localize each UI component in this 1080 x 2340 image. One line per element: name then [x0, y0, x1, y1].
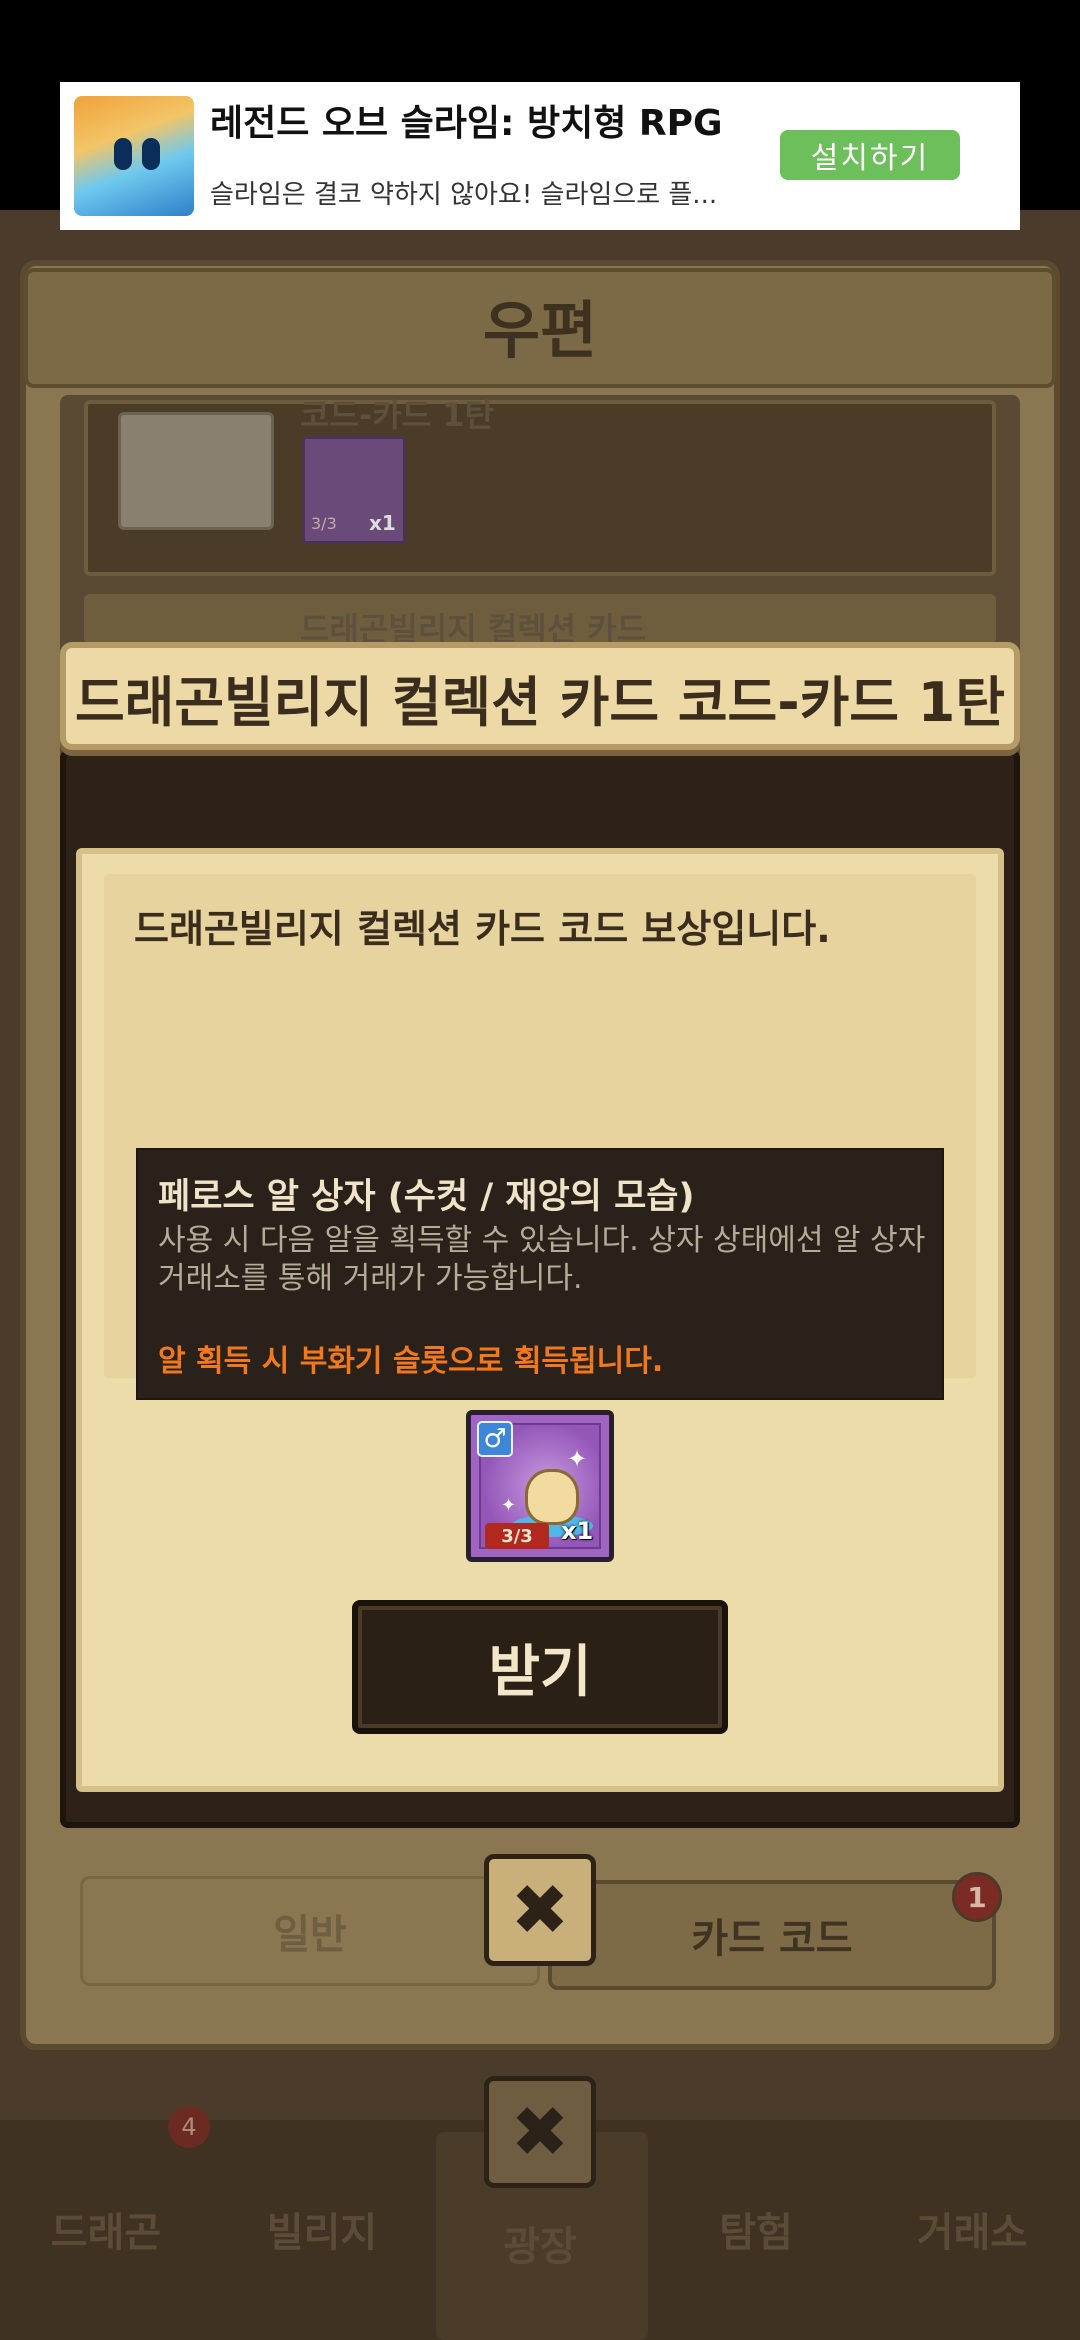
- ad-banner[interactable]: 레전드 오브 슬라임: 방치형 RPG 슬라임은 결코 약하지 않아요! 슬라임…: [60, 82, 1020, 230]
- sparkle-icon: ✦: [501, 1495, 517, 1516]
- reward-item-card[interactable]: ✦ ✦ ♂ 3/3 x1: [466, 1410, 614, 1562]
- nav-item-explore[interactable]: 탐험: [656, 2200, 856, 2258]
- slime-eye-icon: [142, 138, 160, 170]
- dialog-message: 드래곤빌리지 컬렉션 카드 코드 보상입니다.: [134, 907, 831, 951]
- ad-description: 슬라임은 결코 약하지 않아요! 슬라임으로 플...: [210, 180, 718, 210]
- nav-item-plaza[interactable]: 광장: [440, 2214, 640, 2272]
- tooltip-title: 페로스 알 상자 (수컷 / 재앙의 모습): [158, 1177, 695, 1217]
- ad-app-icon: [74, 96, 194, 216]
- receive-button-label: 받기: [488, 1639, 592, 1705]
- nav-item-village[interactable]: 빌리지: [222, 2200, 422, 2258]
- nav-item-dragon[interactable]: 드래곤: [6, 2200, 206, 2258]
- ad-install-button[interactable]: 설치하기: [780, 130, 960, 180]
- envelope-icon: [118, 412, 274, 530]
- receive-button[interactable]: 받기: [352, 1600, 728, 1734]
- male-gender-icon: ♂: [477, 1421, 513, 1457]
- close-icon: ✖: [510, 1869, 570, 1951]
- slime-eye-icon: [114, 138, 132, 170]
- ad-title: 레전드 오브 슬라임: 방치형 RPG: [210, 103, 723, 144]
- reward-quantity: x1: [561, 1517, 594, 1545]
- mail-item-label: 코드-카드 1탄: [300, 396, 494, 434]
- sparkle-icon: ✦: [567, 1445, 588, 1473]
- notification-badge: 1: [952, 1872, 1002, 1922]
- mail-item-card-qty: x1: [369, 511, 396, 535]
- nav-item-exchange[interactable]: 거래소: [872, 2200, 1072, 2258]
- tab-general-label: 일반: [273, 1912, 347, 1958]
- close-button[interactable]: ✖: [484, 1854, 596, 1966]
- tooltip-warning: 알 획득 시 부화기 슬롯으로 획득됩니다.: [158, 1344, 664, 1379]
- nav-badge: 4: [168, 2106, 210, 2148]
- reward-count: 3/3: [485, 1523, 549, 1549]
- mail-item-card-count: 3/3: [311, 514, 337, 533]
- tooltip-description: 사용 시 다음 알을 획득할 수 있습니다. 상자 상태에선 알 상자 거래소를…: [158, 1223, 926, 1296]
- mail-item-card: 3/3 x1: [302, 436, 406, 544]
- tab-card-code-label: 카드 코드: [691, 1916, 853, 1962]
- close-button-background: ✖: [484, 2076, 596, 2188]
- dialog-title: 드래곤빌리지 컬렉션 카드 코드-카드 1탄: [74, 671, 1006, 734]
- mailbox-title: 우편: [482, 294, 598, 367]
- close-icon: ✖: [510, 2091, 570, 2173]
